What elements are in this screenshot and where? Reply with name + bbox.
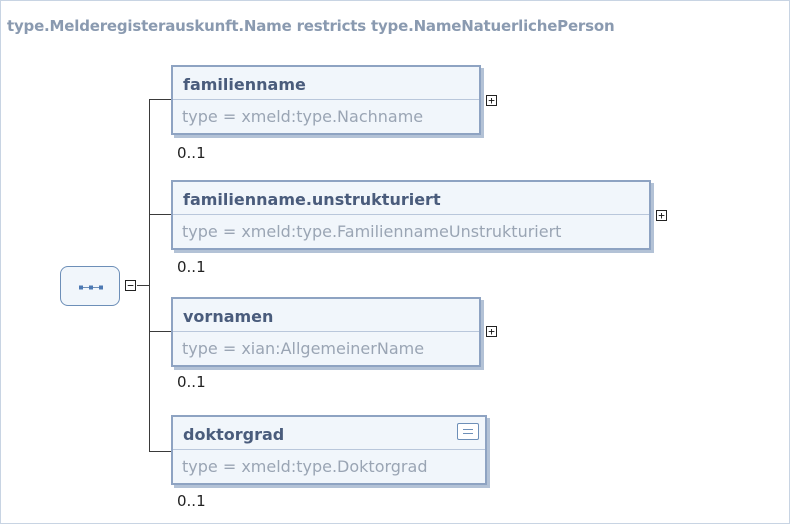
element-type: type = xmeld:type.FamiliennameUnstruktur… (182, 222, 562, 241)
cardinality-label: 0..1 (177, 492, 206, 510)
connector-doktorgrad (149, 451, 171, 452)
sequence-icon (79, 285, 103, 290)
element-type: type = xmeld:type.Doktorgrad (182, 457, 428, 476)
sequence-compositor[interactable] (60, 266, 120, 306)
element-type: type = xian:AllgemeinerName (182, 339, 425, 358)
documentation-icon[interactable] (457, 423, 479, 440)
cardinality-label: 0..1 (177, 373, 206, 391)
element-name: vornamen (173, 299, 479, 332)
element-name: familienname (173, 67, 479, 100)
cardinality-label: 0..1 (177, 258, 206, 276)
cardinality-label: 0..1 (177, 144, 206, 162)
element-familienname-unstrukturiert[interactable]: familienname.unstrukturiert type = xmeld… (171, 180, 651, 250)
element-vornamen[interactable]: vornamen type = xian:AllgemeinerName (171, 297, 481, 367)
element-type: type = xmeld:type.Nachname (182, 107, 424, 126)
diagram-frame: type.Melderegisterauskunft.Name restrict… (0, 0, 790, 524)
element-name: familienname.unstrukturiert (173, 182, 649, 215)
element-familienname[interactable]: familienname type = xmeld:type.Nachname (171, 65, 481, 135)
element-name: doktorgrad (173, 417, 485, 450)
collapse-icon[interactable]: − (125, 280, 136, 291)
expand-icon[interactable]: + (656, 210, 667, 221)
connector-familienname (149, 99, 171, 100)
connector-familienname-unstrukturiert (149, 214, 171, 215)
element-doktorgrad[interactable]: doktorgrad type = xmeld:type.Doktorgrad (171, 415, 487, 485)
expand-icon[interactable]: + (486, 326, 497, 337)
connector-trunk (149, 99, 150, 452)
diagram-title: type.Melderegisterauskunft.Name restrict… (7, 17, 615, 35)
connector-vornamen (149, 331, 171, 332)
expand-icon[interactable]: + (486, 95, 497, 106)
